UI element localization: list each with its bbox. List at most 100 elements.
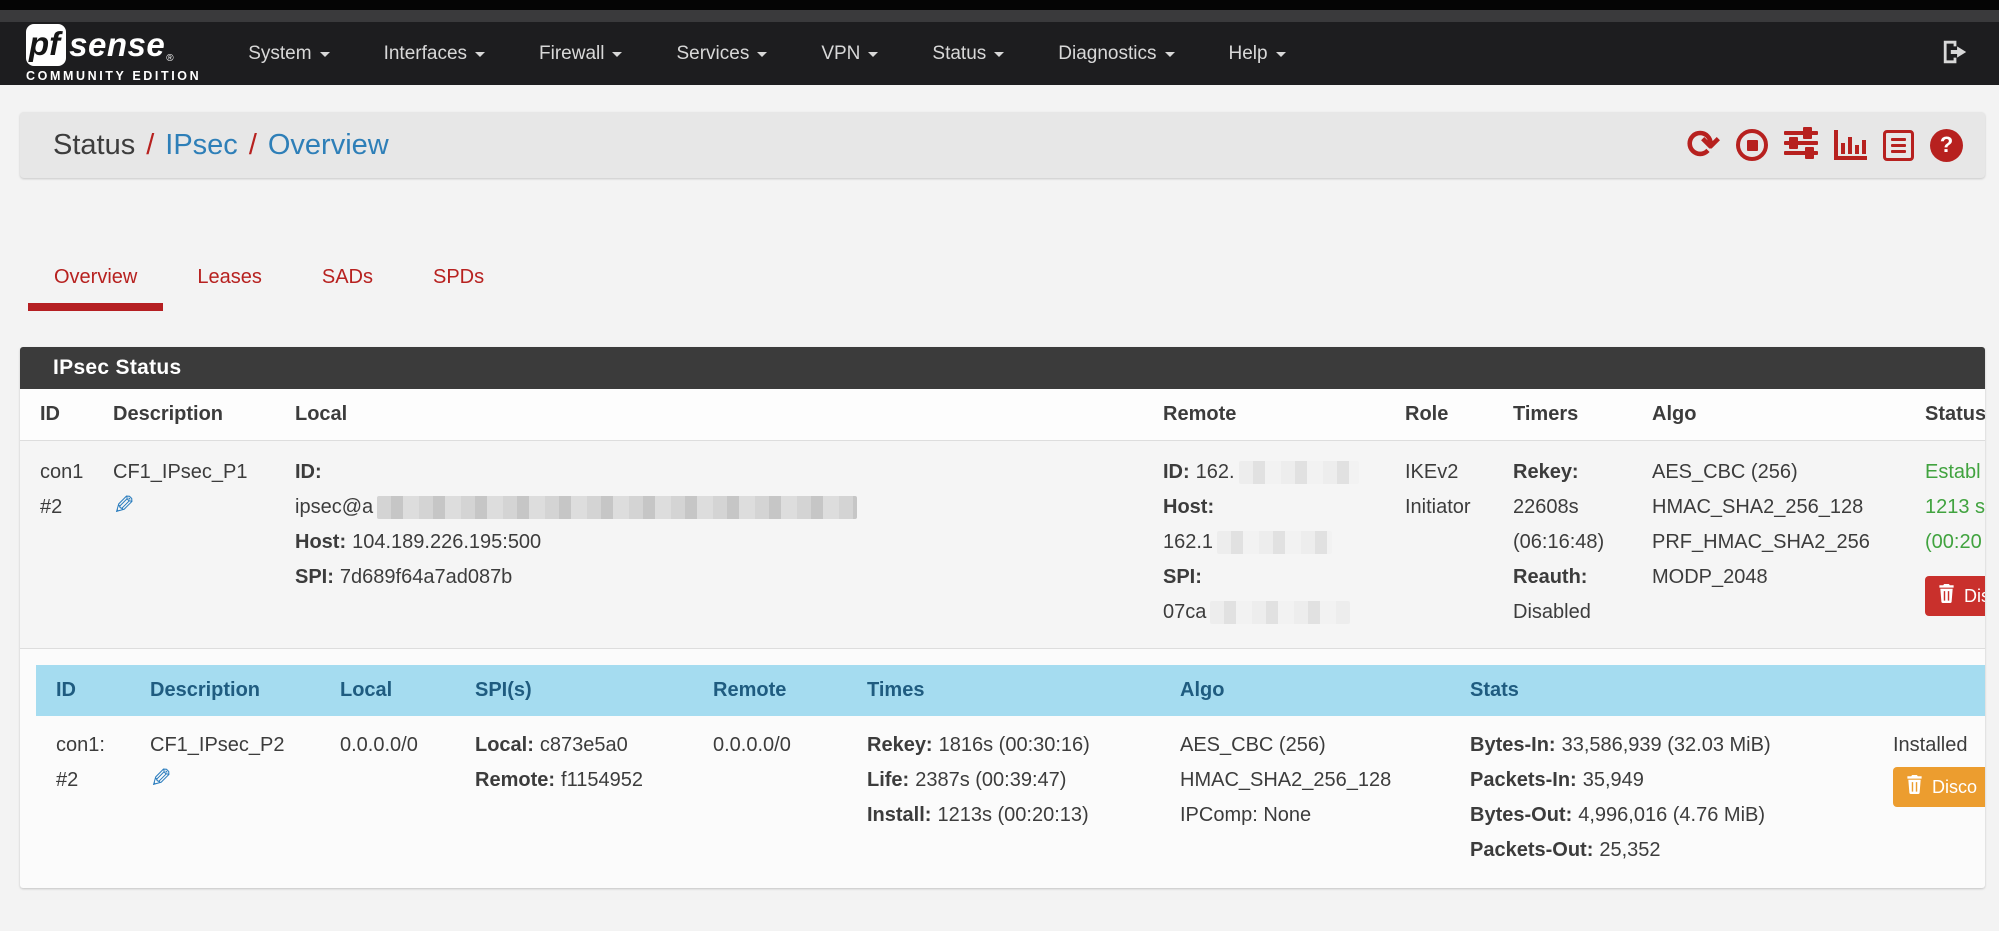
report-icon[interactable] xyxy=(1883,130,1914,161)
time-life-label: Life: xyxy=(867,769,909,791)
chevron-down-icon xyxy=(868,52,878,62)
ike-disconnect-button[interactable]: Dis xyxy=(1925,576,1985,616)
col-description: Description xyxy=(105,389,287,441)
child-disconnect-button[interactable]: Disco xyxy=(1893,767,1985,807)
tab-overview[interactable]: Overview xyxy=(28,252,163,311)
page-action-icons xyxy=(1686,129,1963,162)
sign-out-button[interactable] xyxy=(1937,39,1973,68)
child-spis-cell: Local:c873e5a0 Remote:f1154952 xyxy=(467,716,705,882)
tab-spds[interactable]: SPDs xyxy=(407,252,510,311)
child-local-net: 0.0.0.0/0 xyxy=(340,728,459,763)
panel-title: IPsec Status xyxy=(53,356,182,380)
child-sa-table: ID Description Local SPI(s) Remote Times… xyxy=(36,665,1985,882)
menu-interfaces[interactable]: Interfaces xyxy=(357,43,512,65)
child-algo-integ: HMAC_SHA2_256_128 xyxy=(1180,763,1454,798)
ike-disconnect-label: Dis xyxy=(1964,585,1985,607)
tab-sads[interactable]: SADs xyxy=(296,252,399,311)
col-child-actions xyxy=(1885,665,1985,716)
chevron-down-icon xyxy=(757,52,767,62)
help-icon[interactable] xyxy=(1930,129,1963,162)
redacted-text xyxy=(1210,601,1350,624)
col-child-id: ID xyxy=(36,665,142,716)
pencil-icon[interactable] xyxy=(113,490,135,520)
child-algo-cell: AES_CBC (256) HMAC_SHA2_256_128 IPComp: … xyxy=(1172,716,1462,882)
breadcrumb-link-overview[interactable]: Overview xyxy=(268,129,389,161)
ike-remote-cell: ID:162. Host: 162.1 SPI: 07ca xyxy=(1155,441,1397,649)
col-child-algo: Algo xyxy=(1172,665,1462,716)
child-times-cell: Rekey:1816s (00:30:16) Life:2387s (00:39… xyxy=(859,716,1172,882)
col-id: ID xyxy=(20,389,105,441)
algo-dh: MODP_2048 xyxy=(1652,560,1909,595)
trash-icon xyxy=(1938,584,1955,608)
menu-vpn[interactable]: VPN xyxy=(794,43,905,65)
bar-chart-icon[interactable] xyxy=(1834,130,1867,160)
menu-status[interactable]: Status xyxy=(905,43,1031,65)
local-id-label: ID: xyxy=(295,461,322,483)
menu-help-label: Help xyxy=(1229,43,1268,65)
child-disconnect-label: Disco xyxy=(1932,776,1977,798)
child-remote-cell: 0.0.0.0/0 xyxy=(705,716,859,882)
ike-timers-cell: Rekey: 22608s (06:16:48) Reauth: Disable… xyxy=(1505,441,1644,649)
menu-help[interactable]: Help xyxy=(1202,43,1313,65)
sliders-icon[interactable] xyxy=(1784,129,1818,161)
chevron-down-icon xyxy=(1276,52,1286,62)
child-description-cell: CF1_IPsec_P2 xyxy=(142,716,332,882)
breadcrumb-separator: / xyxy=(146,129,154,161)
remote-spi-label: SPI: xyxy=(1163,566,1202,588)
redacted-text xyxy=(1217,531,1332,554)
time-rekey-value: 1816s (00:30:16) xyxy=(939,734,1090,756)
ike-sa-table: ID Description Local Remote Role Timers … xyxy=(20,389,1985,649)
col-child-remote: Remote xyxy=(705,665,859,716)
redacted-text xyxy=(377,496,857,519)
child-remote-net: 0.0.0.0/0 xyxy=(713,728,851,763)
refresh-icon[interactable] xyxy=(1686,129,1720,161)
packets-out-value: 25,352 xyxy=(1599,839,1660,861)
panel-body: ID Description Local Remote Role Timers … xyxy=(20,389,1985,888)
menu-system[interactable]: System xyxy=(221,43,356,65)
chevron-down-icon xyxy=(320,52,330,62)
trash-icon xyxy=(1906,775,1923,799)
breadcrumb-link-ipsec[interactable]: IPsec xyxy=(165,129,238,161)
col-child-local: Local xyxy=(332,665,467,716)
menu-services[interactable]: Services xyxy=(649,43,794,65)
menu-interfaces-label: Interfaces xyxy=(384,43,467,65)
window-chrome-strip xyxy=(0,0,1999,10)
rekey-time: (06:16:48) xyxy=(1513,525,1636,560)
tab-leases[interactable]: Leases xyxy=(171,252,288,311)
stop-icon[interactable] xyxy=(1736,129,1768,161)
ike-status-cell: Establ 1213 s (00:20 Dis xyxy=(1917,441,1985,649)
breadcrumb: Status/IPsec/Overview xyxy=(53,129,389,162)
bytes-in-value: 33,586,939 (32.03 MiB) xyxy=(1562,734,1771,756)
local-spi-value: 7d689f64a7ad087b xyxy=(340,566,512,588)
remote-id-value: 162. xyxy=(1196,461,1235,483)
time-install-value: 1213s (00:20:13) xyxy=(937,804,1088,826)
algo-integ: HMAC_SHA2_256_128 xyxy=(1652,490,1909,525)
breadcrumb-bar: Status/IPsec/Overview xyxy=(20,112,1985,178)
pfsense-logo[interactable]: pf sense ® COMMUNITY EDITION xyxy=(26,24,201,83)
main-menu: System Interfaces Firewall Services VPN … xyxy=(221,43,1312,65)
local-host-value: 104.189.226.195:500 xyxy=(352,531,541,553)
remote-spi-value: 07ca xyxy=(1163,601,1206,623)
top-navbar: pf sense ® COMMUNITY EDITION System Inte… xyxy=(0,22,1999,85)
ike-algo-cell: AES_CBC (256) HMAC_SHA2_256_128 PRF_HMAC… xyxy=(1644,441,1917,649)
col-child-description: Description xyxy=(142,665,332,716)
menu-diagnostics[interactable]: Diagnostics xyxy=(1031,43,1201,65)
menu-firewall[interactable]: Firewall xyxy=(512,43,649,65)
col-status: Status xyxy=(1917,389,1985,441)
reauth-value: Disabled xyxy=(1513,595,1636,630)
chevron-down-icon xyxy=(475,52,485,62)
pencil-icon[interactable] xyxy=(150,763,172,793)
spi-local-value: c873e5a0 xyxy=(540,734,628,756)
pfsense-logo-subtitle: COMMUNITY EDITION xyxy=(26,69,201,83)
col-algo: Algo xyxy=(1644,389,1917,441)
role-protocol: IKEv2 xyxy=(1405,455,1497,490)
chevron-down-icon xyxy=(1165,52,1175,62)
ike-id: con1 xyxy=(40,455,97,490)
chevron-down-icon xyxy=(994,52,1004,62)
child-id-cell: con1: #2 xyxy=(36,716,142,882)
col-timers: Timers xyxy=(1505,389,1644,441)
child-local-cell: 0.0.0.0/0 xyxy=(332,716,467,882)
pfsense-logo-sense: sense xyxy=(69,26,165,64)
menu-firewall-label: Firewall xyxy=(539,43,604,65)
child-state-cell: Installed Disco xyxy=(1885,716,1985,882)
